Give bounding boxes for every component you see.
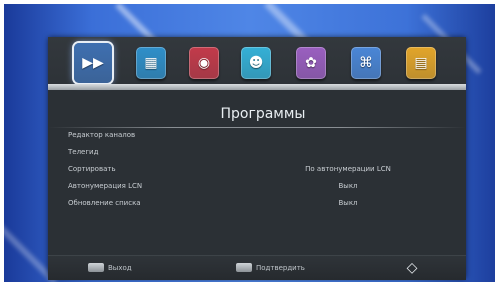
media-icon[interactable]: ✿ [296, 47, 326, 79]
menu-item-label: Сортировать [68, 165, 116, 173]
picture-icon-glyph: ▦ [144, 55, 158, 71]
page-title: Программы [220, 106, 306, 122]
screen-background: ▶▶ ▦ ◉ ☻ ✿ ⌘ ▤ Программы Редактор каналов Теле… [4, 4, 495, 282]
dpad-icon: ◇ [406, 260, 418, 276]
archive-icon-glyph: ▤ [414, 55, 428, 71]
mascot-icon[interactable]: ☻ [241, 47, 271, 79]
menu-item-label: Телегид [68, 148, 99, 156]
media-icon-glyph: ✿ [305, 55, 317, 71]
menu-item-label: Редактор каналов [68, 131, 136, 139]
picture-icon[interactable]: ▦ [136, 47, 166, 79]
confirm-label: Подтвердить [256, 264, 305, 272]
icon-shelf [48, 84, 466, 90]
menu-item-value: По автонумерации LCN [305, 165, 391, 173]
main-menu-icon-bar: ▶▶ ▦ ◉ ☻ ✿ ⌘ ▤ [48, 37, 466, 89]
menu-item-label: Автонумерация LCN [68, 182, 143, 190]
globe-icon-glyph: ◉ [197, 55, 211, 71]
footer-bar: Выход Подтвердить ◇ [48, 255, 466, 280]
globe-icon[interactable]: ◉ [189, 47, 219, 79]
menu-item-lcn[interactable]: Автонумерация LCN Выкл [48, 180, 466, 197]
programs-icon-glyph: ▶▶ [82, 55, 104, 71]
exit-key-icon [88, 263, 104, 272]
mascot-icon-glyph: ☻ [248, 55, 264, 71]
network-icon-glyph: ⌘ [359, 55, 373, 71]
menu-item-sort[interactable]: Сортировать По автонумерации LCN [48, 163, 466, 180]
menu-item-list-update[interactable]: Обновление списка Выкл [48, 197, 466, 214]
menu-item-epg[interactable]: Телегид [48, 146, 466, 163]
ok-key-icon [236, 263, 252, 272]
network-icon[interactable]: ⌘ [351, 47, 381, 79]
menu-item-label: Обновление списка [68, 199, 141, 207]
programs-icon[interactable]: ▶▶ [74, 43, 112, 83]
archive-icon[interactable]: ▤ [406, 47, 436, 79]
exit-label: Выход [108, 264, 132, 272]
menu-panel: ▶▶ ▦ ◉ ☻ ✿ ⌘ ▤ Программы Редактор каналов Теле… [48, 37, 466, 280]
title-divider [48, 127, 466, 128]
menu-item-value: Выкл [338, 199, 358, 207]
menu-item-value: Выкл [338, 182, 358, 190]
menu-item-channel-editor[interactable]: Редактор каналов [48, 129, 466, 146]
